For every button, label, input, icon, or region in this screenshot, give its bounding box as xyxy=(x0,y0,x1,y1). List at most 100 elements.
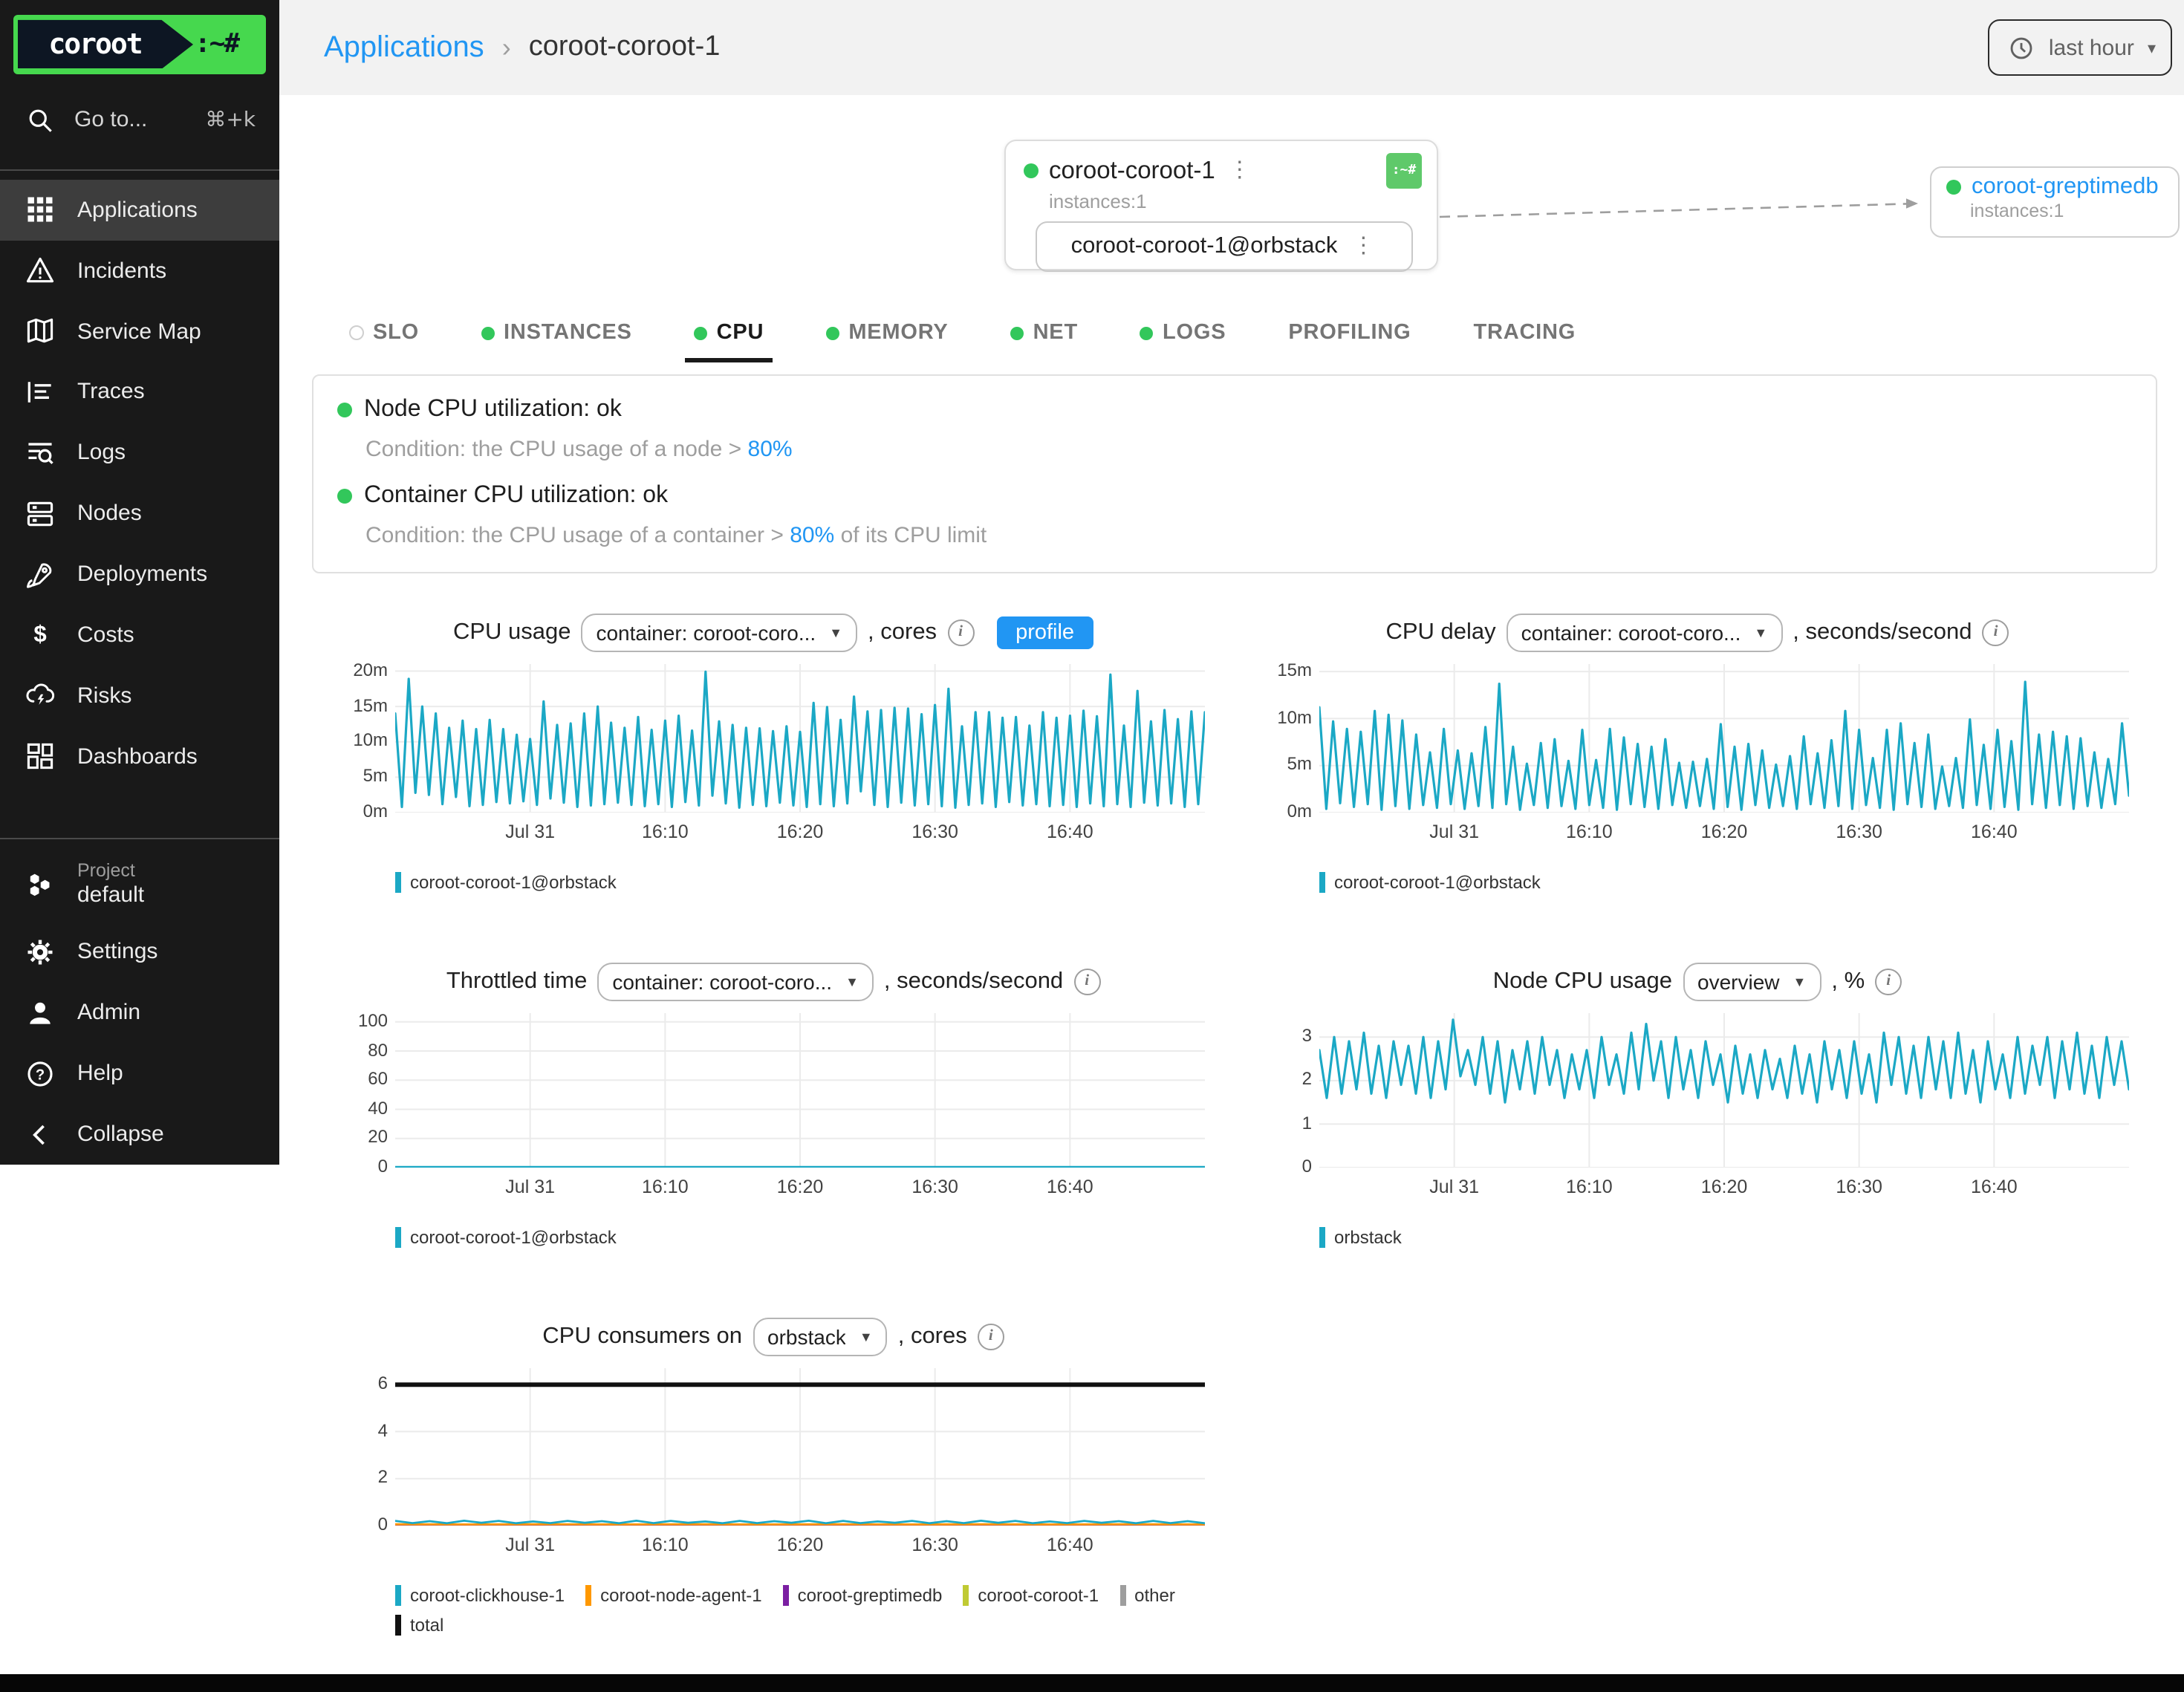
app-card-coroot-greptimedb[interactable]: coroot-greptimedb instances:1 xyxy=(1930,166,2180,238)
kebab-menu-icon[interactable]: ⋮ xyxy=(1349,239,1377,254)
upstream-app-link[interactable]: coroot-greptimedb xyxy=(1972,174,2159,201)
sidebar-item-applications[interactable]: Applications xyxy=(0,180,279,241)
y-tick-label: 5m xyxy=(363,765,388,786)
chart-unit: , % xyxy=(1831,968,1865,995)
threshold-link[interactable]: 80% xyxy=(790,523,834,548)
x-tick-label: Jul 31 xyxy=(505,821,555,842)
project-name: default xyxy=(77,882,144,909)
app-card-coroot-coroot-1[interactable]: coroot-coroot-1 ⋮ :~# instances:1 coroot… xyxy=(1004,140,1438,270)
container-selector-dropdown[interactable]: container: coroot-coro...▼ xyxy=(597,962,874,1000)
check-title-text: Node CPU utilization: ok xyxy=(364,397,622,423)
tab-memory[interactable]: MEMORY xyxy=(823,312,951,362)
tab-tracing[interactable]: TRACING xyxy=(1470,312,1579,362)
sidebar-item-label: Logs xyxy=(77,440,126,466)
info-icon[interactable]: i xyxy=(1073,968,1100,995)
chart-canvas[interactable] xyxy=(395,1368,1205,1526)
legend-item[interactable]: coroot-coroot-1@orbstack xyxy=(395,1227,617,1248)
legend-item[interactable]: coroot-clickhouse-1 xyxy=(395,1585,565,1606)
tab-instances[interactable]: INSTANCES xyxy=(478,312,635,362)
info-icon[interactable]: i xyxy=(978,1323,1004,1350)
check-condition: Condition: the CPU usage of a container … xyxy=(365,523,2132,548)
legend-item[interactable]: coroot-greptimedb xyxy=(783,1585,943,1606)
info-icon[interactable]: i xyxy=(1875,968,1902,995)
tab-label: INSTANCES xyxy=(504,321,632,345)
person-icon xyxy=(24,997,56,1029)
sidebar-item-label: Costs xyxy=(77,622,134,648)
sidebar-item-logs[interactable]: Logs xyxy=(0,423,279,484)
sidebar-item-risks[interactable]: Risks xyxy=(0,666,279,726)
node-selector-dropdown[interactable]: orbstack▼ xyxy=(753,1317,888,1356)
x-axis: Jul 3116:1016:2016:3016:40 xyxy=(395,1535,1205,1567)
legend-item[interactable]: coroot-coroot-1@orbstack xyxy=(1319,872,1541,893)
time-range-picker[interactable]: last hour ▾ xyxy=(1988,19,2172,76)
tab-cpu[interactable]: CPU xyxy=(692,312,767,362)
server-stack-icon xyxy=(24,497,56,530)
chart-canvas[interactable] xyxy=(1319,1013,2129,1168)
tab-logs[interactable]: LOGS xyxy=(1137,312,1229,362)
sidebar-item-admin[interactable]: Admin xyxy=(0,983,279,1044)
tab-slo[interactable]: SLO xyxy=(346,312,422,362)
tab-label: NET xyxy=(1033,321,1078,345)
y-tick-label: 5m xyxy=(1287,754,1312,775)
y-tick-label: 3 xyxy=(1302,1025,1312,1046)
chart-title: CPU delay xyxy=(1385,619,1495,645)
legend-item[interactable]: coroot-node-agent-1 xyxy=(585,1585,762,1606)
goto-search[interactable]: Go to... ⌘+k xyxy=(0,86,279,154)
legend-item[interactable]: total xyxy=(395,1615,443,1636)
threshold-link[interactable]: 80% xyxy=(748,437,793,462)
instance-box[interactable]: coroot-coroot-1@orbstack ⋮ xyxy=(1036,221,1413,272)
legend-item[interactable]: coroot-coroot-1 xyxy=(963,1585,1099,1606)
breadcrumb-current: coroot-coroot-1 xyxy=(529,31,721,64)
legend-color-bar xyxy=(783,1585,789,1606)
view-selector-dropdown[interactable]: overview▼ xyxy=(1683,962,1821,1000)
sidebar-collapse-button[interactable]: Collapse xyxy=(0,1104,279,1165)
gear-icon xyxy=(24,936,56,969)
x-tick-label: 16:40 xyxy=(1047,821,1093,842)
chevron-down-icon: ▼ xyxy=(1793,974,1807,989)
sidebar-item-help[interactable]: ? Help xyxy=(0,1044,279,1104)
tab-net[interactable]: NET xyxy=(1008,312,1081,362)
sidebar-divider-top xyxy=(0,169,279,171)
grid-icon xyxy=(24,193,56,226)
x-tick-label: 16:40 xyxy=(1971,1177,2018,1197)
y-tick-label: 6 xyxy=(378,1373,388,1393)
container-selector-dropdown[interactable]: container: coroot-coro...▼ xyxy=(1507,613,1783,651)
info-icon[interactable]: i xyxy=(1983,619,2009,645)
sidebar-item-nodes[interactable]: Nodes xyxy=(0,483,279,544)
coroot-logo[interactable]: coroot :~# xyxy=(13,15,266,74)
tab-profiling[interactable]: PROFILING xyxy=(1285,312,1414,362)
sidebar-item-costs[interactable]: $ Costs xyxy=(0,605,279,666)
sidebar-item-label: Incidents xyxy=(77,258,166,283)
sidebar-item-dashboards[interactable]: Dashboards xyxy=(0,726,279,787)
breadcrumb-applications-link[interactable]: Applications xyxy=(324,30,484,65)
y-tick-label: 40 xyxy=(368,1098,388,1119)
sidebar-item-deployments[interactable]: Deployments xyxy=(0,544,279,605)
chart-title: CPU consumers on xyxy=(542,1323,742,1350)
chart-header: Throttled time container: coroot-coro...… xyxy=(342,961,1205,1001)
y-tick-label: 0m xyxy=(363,801,388,821)
x-tick-label: Jul 31 xyxy=(1429,1177,1479,1197)
sidebar-item-incidents[interactable]: Incidents xyxy=(0,240,279,301)
main-content: Applications › coroot-coroot-1 last hour… xyxy=(279,0,2184,1636)
chart-canvas[interactable] xyxy=(395,1013,1205,1168)
legend-color-bar xyxy=(1119,1585,1125,1606)
profile-button[interactable]: profile xyxy=(996,616,1093,648)
info-icon[interactable]: i xyxy=(947,619,974,645)
chart-canvas[interactable] xyxy=(395,664,1205,813)
sidebar-item-settings[interactable]: Settings xyxy=(0,922,279,983)
container-selector-dropdown[interactable]: container: coroot-coro...▼ xyxy=(581,613,857,651)
chevron-down-icon: ▾ xyxy=(2148,38,2156,57)
kebab-menu-icon[interactable]: ⋮ xyxy=(1226,163,1254,178)
dropdown-value: container: coroot-coro... xyxy=(596,620,816,644)
chart-canvas[interactable] xyxy=(1319,664,2129,813)
sidebar-item-traces[interactable]: Traces xyxy=(0,362,279,423)
legend-item[interactable]: other xyxy=(1119,1585,1175,1606)
status-dot xyxy=(337,403,352,417)
x-tick-label: 16:10 xyxy=(642,1177,689,1197)
sidebar-item-service-map[interactable]: Service Map xyxy=(0,301,279,362)
chart-unit: , seconds/second xyxy=(884,968,1063,995)
legend-item[interactable]: orbstack xyxy=(1319,1227,1402,1248)
x-tick-label: 16:10 xyxy=(1566,1177,1613,1197)
sidebar-project-selector[interactable]: Project default xyxy=(0,847,279,922)
legend-item[interactable]: coroot-coroot-1@orbstack xyxy=(395,872,617,893)
